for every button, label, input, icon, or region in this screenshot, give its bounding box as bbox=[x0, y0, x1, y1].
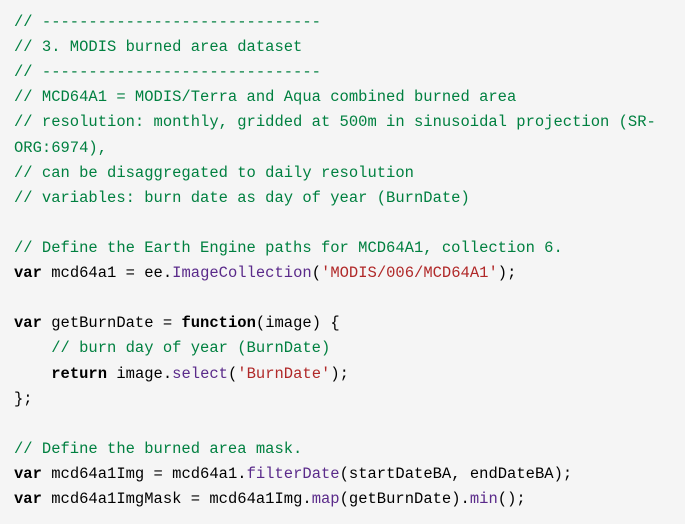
method-min: min bbox=[470, 490, 498, 508]
punct: ) bbox=[312, 314, 321, 332]
punct: ; bbox=[516, 490, 525, 508]
code-comment: // burn day of year (BurnDate) bbox=[51, 339, 330, 357]
punct: ; bbox=[340, 365, 349, 383]
code-comment: // Define the burned area mask. bbox=[14, 440, 302, 458]
ident bbox=[42, 264, 51, 282]
keyword-function: function bbox=[181, 314, 255, 332]
ident-ee: ee bbox=[144, 264, 163, 282]
code-comment: // Define the Earth Engine paths for MCD… bbox=[14, 239, 563, 257]
ident bbox=[107, 365, 116, 383]
ident bbox=[42, 465, 51, 483]
keyword-var: var bbox=[14, 314, 42, 332]
ident bbox=[42, 490, 51, 508]
ident-mcd64a1: mcd64a1 bbox=[51, 264, 116, 282]
punct: ) bbox=[330, 365, 339, 383]
code-comment: // ------------------------------ bbox=[14, 13, 321, 31]
keyword-return: return bbox=[51, 365, 107, 383]
punct: . bbox=[163, 264, 172, 282]
ident-image: image bbox=[265, 314, 312, 332]
ident bbox=[42, 314, 51, 332]
punct: { bbox=[321, 314, 340, 332]
punct: ) bbox=[451, 490, 460, 508]
code-comment: // variables: burn date as day of year (… bbox=[14, 189, 470, 207]
punct: , bbox=[451, 465, 470, 483]
code-comment: // ------------------------------ bbox=[14, 63, 321, 81]
ident-mcd64a1img: mcd64a1Img bbox=[51, 465, 144, 483]
method-filterdate: filterDate bbox=[247, 465, 340, 483]
ident-getburndate: getBurnDate bbox=[349, 490, 451, 508]
punct: ( bbox=[340, 490, 349, 508]
code-block: // ------------------------------ // 3. … bbox=[0, 0, 685, 522]
ident-enddateba: endDateBA bbox=[470, 465, 554, 483]
punct: . bbox=[461, 490, 470, 508]
code-comment: // 3. MODIS burned area dataset bbox=[14, 38, 302, 56]
punct: ; bbox=[563, 465, 572, 483]
punct: ; bbox=[507, 264, 516, 282]
keyword-var: var bbox=[14, 490, 42, 508]
method-imagecollection: ImageCollection bbox=[172, 264, 312, 282]
punct: ) bbox=[554, 465, 563, 483]
punct: . bbox=[302, 490, 311, 508]
punct: . bbox=[163, 365, 172, 383]
string-burndate: 'BurnDate' bbox=[237, 365, 330, 383]
code-comment: // MCD64A1 = MODIS/Terra and Aqua combin… bbox=[14, 88, 516, 106]
ident-image: image bbox=[116, 365, 163, 383]
punct: ( bbox=[256, 314, 265, 332]
ident-startdateba: startDateBA bbox=[349, 465, 451, 483]
keyword-var: var bbox=[14, 264, 42, 282]
method-map: map bbox=[312, 490, 340, 508]
ident-getburndate: getBurnDate bbox=[51, 314, 153, 332]
punct: () bbox=[498, 490, 517, 508]
ident-mcd64a1img: mcd64a1Img bbox=[209, 490, 302, 508]
punct: . bbox=[237, 465, 246, 483]
punct: = bbox=[154, 314, 182, 332]
punct: ( bbox=[340, 465, 349, 483]
punct: = bbox=[144, 465, 172, 483]
code-comment: // resolution: monthly, gridded at 500m … bbox=[14, 113, 656, 156]
string-modis: 'MODIS/006/MCD64A1' bbox=[321, 264, 498, 282]
punct: ( bbox=[228, 365, 237, 383]
punct: = bbox=[116, 264, 144, 282]
ident-mcd64a1: mcd64a1 bbox=[172, 465, 237, 483]
indent bbox=[14, 339, 51, 357]
ident-mcd64a1imgmask: mcd64a1ImgMask bbox=[51, 490, 181, 508]
punct: = bbox=[181, 490, 209, 508]
punct: }; bbox=[14, 390, 33, 408]
punct: ) bbox=[498, 264, 507, 282]
indent bbox=[14, 365, 51, 383]
method-select: select bbox=[172, 365, 228, 383]
code-comment: // can be disaggregated to daily resolut… bbox=[14, 164, 414, 182]
keyword-var: var bbox=[14, 465, 42, 483]
punct: ( bbox=[312, 264, 321, 282]
